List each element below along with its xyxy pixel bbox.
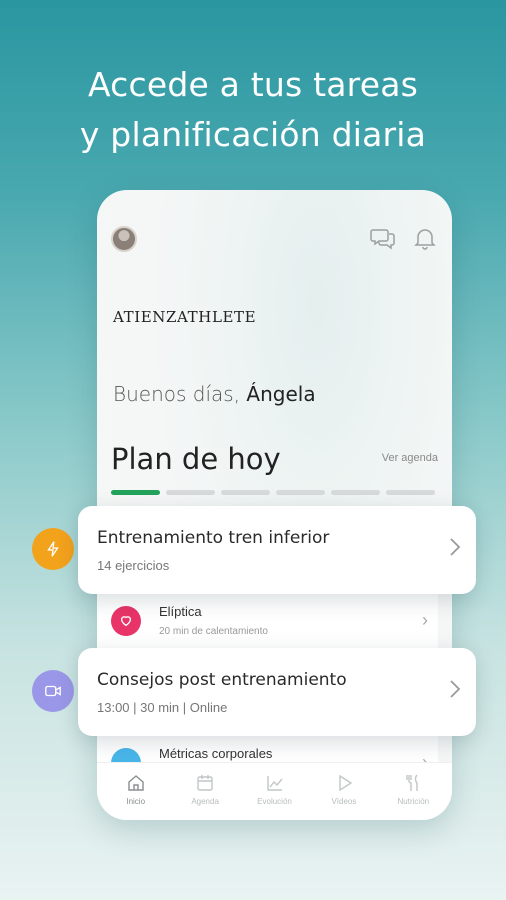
- chevron-right-icon: [450, 538, 461, 556]
- tab-label: Evolución: [257, 797, 292, 806]
- video-icon: [32, 670, 74, 712]
- tab-evolucion[interactable]: Evolución: [240, 763, 309, 820]
- greeting: Buenos días, Ángela: [113, 382, 316, 406]
- greeting-name: Ángela: [246, 382, 316, 406]
- headline-line-2: y planificación diaria: [79, 115, 427, 154]
- home-icon: [128, 775, 144, 791]
- play-icon: [339, 774, 353, 792]
- headline: Accede a tus tareas y planificación diar…: [0, 60, 506, 160]
- brand-logo-text: ATIENZATHLETE: [113, 308, 257, 326]
- task-card-title: Entrenamiento tren inferior: [97, 528, 330, 548]
- cutlery-icon: [406, 774, 419, 791]
- tab-label: Nutrición: [397, 797, 430, 806]
- task-card-entrenamiento[interactable]: Entrenamiento tren inferior 14 ejercicio…: [78, 506, 476, 594]
- bottom-tab-bar: Inicio Agenda Evolución Vídeos Nutrición: [97, 762, 452, 820]
- greeting-prefix: Buenos días,: [113, 382, 241, 406]
- tab-label: Vídeos: [331, 797, 357, 806]
- progress-segment: [276, 490, 325, 495]
- task-row-subtitle: 20 min de calentamiento: [159, 626, 268, 637]
- task-row-title: Elíptica: [159, 604, 202, 619]
- progress-segment: [386, 490, 435, 495]
- tab-videos[interactable]: Vídeos: [309, 763, 378, 820]
- progress-segment: [221, 490, 270, 495]
- task-card-title: Consejos post entrenamiento: [97, 670, 347, 690]
- chart-icon: [266, 776, 283, 791]
- tab-label: Agenda: [191, 797, 219, 806]
- task-row-title: Métricas corporales: [159, 746, 273, 761]
- tab-inicio[interactable]: Inicio: [101, 763, 170, 820]
- tab-label: Inicio: [126, 797, 146, 806]
- progress-segment: [111, 490, 160, 495]
- chat-bubbles-icon[interactable]: [369, 224, 397, 252]
- task-row-eliptica[interactable]: Elíptica 20 min de calentamiento ›: [97, 594, 438, 648]
- tab-agenda[interactable]: Agenda: [170, 763, 239, 820]
- task-card-subtitle: 14 ejercicios: [97, 558, 170, 573]
- headline-line-1: Accede a tus tareas: [87, 65, 419, 104]
- chevron-right-icon: [450, 680, 461, 698]
- progress-segment: [166, 490, 215, 495]
- chevron-right-icon: ›: [422, 610, 428, 630]
- heart-icon: [111, 606, 141, 636]
- brand-logo: ATIENZATHLETE: [113, 308, 256, 326]
- plan-progress-bar: [111, 490, 435, 495]
- task-card-subtitle: 13:00 | 30 min | Online: [97, 700, 228, 715]
- progress-segment: [331, 490, 380, 495]
- task-card-consejos[interactable]: Consejos post entrenamiento 13:00 | 30 m…: [78, 648, 476, 736]
- see-agenda-link[interactable]: Ver agenda: [382, 452, 438, 464]
- tab-nutricion[interactable]: Nutrición: [379, 763, 448, 820]
- calendar-icon: [197, 775, 213, 791]
- plan-title: Plan de hoy: [111, 442, 281, 476]
- bell-icon[interactable]: [411, 224, 439, 252]
- lightning-icon: [32, 528, 74, 570]
- user-avatar[interactable]: [111, 226, 137, 252]
